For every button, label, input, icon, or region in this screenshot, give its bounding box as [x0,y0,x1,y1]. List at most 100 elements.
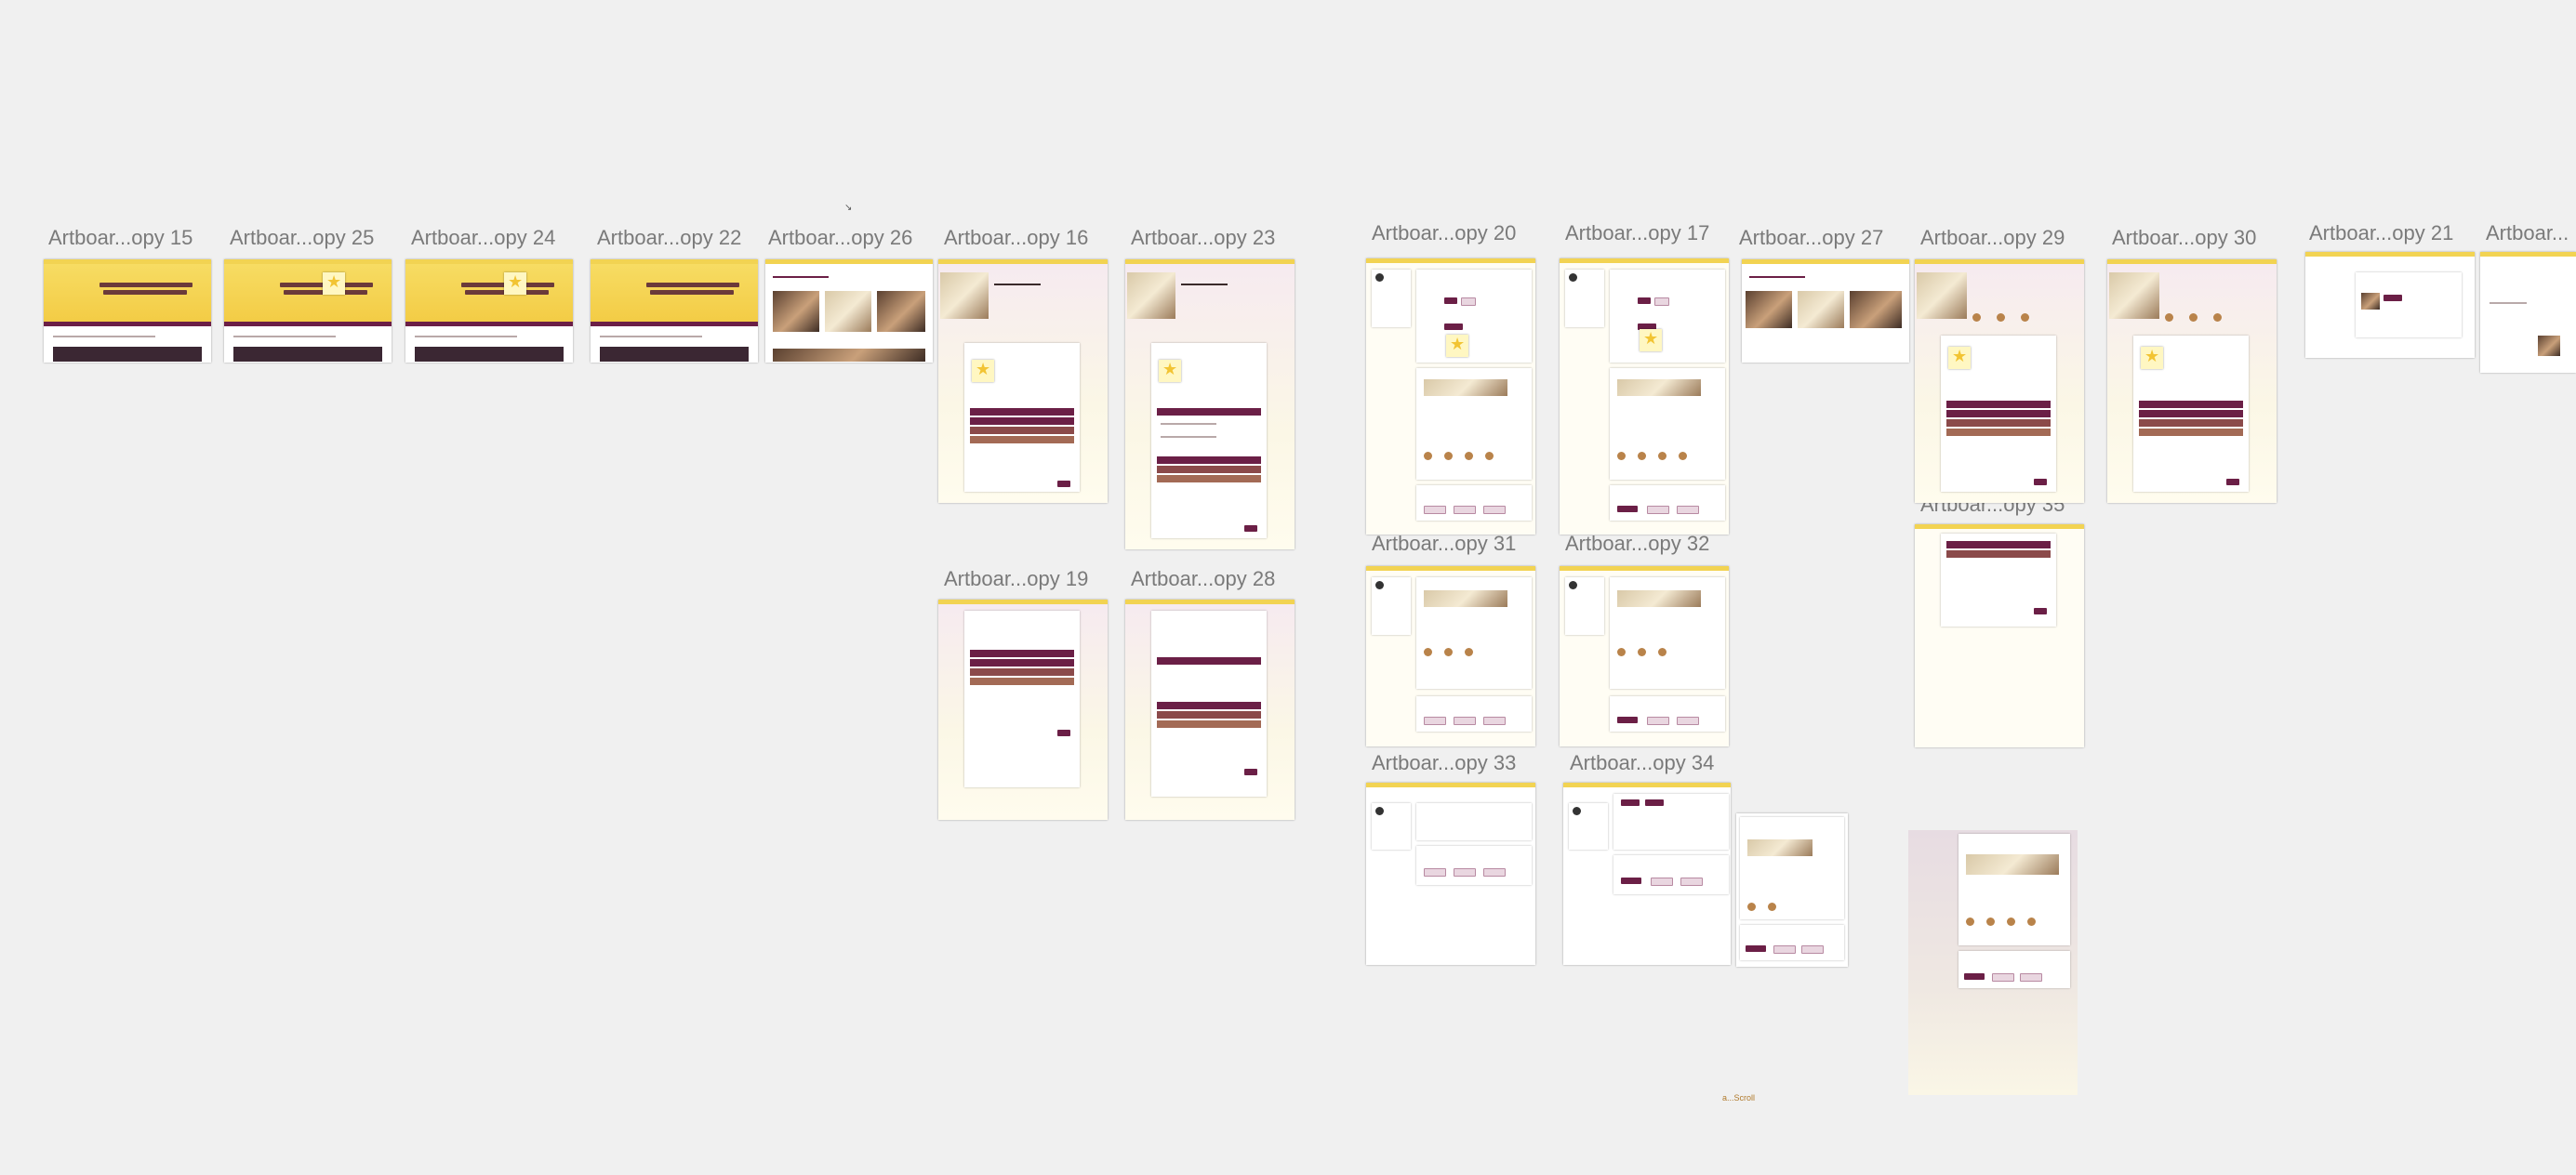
option-button[interactable] [1773,945,1796,954]
option-button[interactable] [1424,868,1446,877]
artboard-label-17[interactable]: Artboar...opy 17 [1565,221,1709,245]
artboard-label-26[interactable]: Artboar...opy 26 [768,226,912,250]
option-button[interactable] [1444,323,1463,330]
artboard-label-27[interactable]: Artboar...opy 27 [1739,226,1883,250]
option-button[interactable] [1424,506,1446,514]
option-button[interactable] [1746,945,1766,952]
artboard-label-16[interactable]: Artboar...opy 16 [944,226,1088,250]
option-button[interactable] [1677,717,1699,725]
avatar [1966,918,1974,926]
artboard-16[interactable]: ★ [938,259,1108,503]
option-button[interactable] [1483,717,1506,725]
profile-card [964,611,1080,787]
artboard-label-22[interactable]: Artboar...opy 22 [597,226,741,250]
option-button[interactable] [1647,506,1669,514]
option-button[interactable] [1444,297,1457,304]
artboard-27[interactable] [1742,259,1909,363]
artboard-34[interactable] [1563,783,1731,965]
profile-card: ★ [2133,336,2249,492]
option-button[interactable] [1651,878,1673,886]
artboard-label-21[interactable]: Artboar...opy 21 [2309,221,2453,245]
sidebar-profile [1569,803,1608,850]
option-button[interactable] [1454,717,1476,725]
artboard-20[interactable]: ★ [1366,258,1535,535]
artboard-21[interactable] [2305,252,2475,358]
option-button[interactable] [1680,878,1703,886]
avatar [1465,648,1473,656]
artboard-31[interactable] [1366,566,1535,746]
artboard-label-32[interactable]: Artboar...opy 32 [1565,532,1709,556]
option-button[interactable] [1617,717,1638,723]
avatar [2189,313,2198,322]
dog-photo [1424,590,1507,607]
artboard-label-34[interactable]: Artboar...opy 34 [1570,751,1714,775]
info-row [970,436,1074,443]
option-button[interactable] [1454,506,1476,514]
artboard-22[interactable] [591,259,758,363]
avatar [1375,581,1384,589]
dog-photo [1966,854,2059,875]
artboard-label-20[interactable]: Artboar...opy 20 [1372,221,1516,245]
artboard-label-23[interactable]: Artboar...opy 23 [1131,226,1275,250]
option-button[interactable] [1638,297,1651,304]
send-button[interactable] [1057,730,1070,736]
artboard-33[interactable] [1366,783,1535,965]
artboard-label-33[interactable]: Artboar...opy 33 [1372,751,1516,775]
artboard-label-29[interactable]: Artboar...opy 29 [1920,226,2065,250]
artboard-29[interactable]: ★ [1915,259,2084,503]
option-button[interactable] [1483,868,1506,877]
artboard-15[interactable] [44,259,211,363]
send-button[interactable] [1244,769,1257,775]
artboard-28[interactable] [1125,600,1295,820]
artboard-label-28[interactable]: Artboar...opy 28 [1131,567,1275,591]
option-button[interactable] [1964,973,1985,980]
dog-photo [2538,336,2560,356]
option-button[interactable] [1483,506,1506,514]
artboard-32[interactable] [1560,566,1729,746]
pointer-cursor-icon: ↘ [844,203,853,213]
send-button[interactable] [2034,608,2047,614]
hero-banner [224,264,392,322]
artboard-25[interactable]: ★ [224,259,392,363]
artboard-26[interactable] [765,259,933,363]
send-button[interactable] [1244,525,1257,532]
artboard-label-right[interactable]: Artboar... [2486,221,2569,245]
artboard-24[interactable]: ★ [405,259,573,363]
option-button[interactable] [1454,868,1476,877]
option-button[interactable] [1461,297,1476,306]
divider [224,322,392,326]
send-button[interactable] [1057,481,1070,487]
option-button[interactable] [1424,717,1446,725]
photo-strip [233,347,382,362]
option-button[interactable] [1617,506,1638,512]
option-button[interactable] [1992,973,2014,982]
option-button[interactable] [1647,717,1669,725]
option-button[interactable] [1654,297,1669,306]
option-button[interactable] [1645,799,1664,806]
dog-photo [1917,272,1967,319]
artboard-17[interactable]: ★ [1560,258,1729,535]
artboard-right[interactable] [2480,252,2576,373]
artboard-label-30[interactable]: Artboar...opy 30 [2112,226,2256,250]
artboard-34-overflow[interactable] [1736,813,1848,967]
artboard-19[interactable] [938,600,1108,820]
artboard-23[interactable]: ★ [1125,259,1295,549]
artboard-30[interactable]: ★ [2107,259,2277,503]
artboard-35[interactable] [1915,524,2084,747]
artboard-label-19[interactable]: Artboar...opy 19 [944,567,1088,591]
option-button[interactable] [2020,973,2042,982]
option-button[interactable] [2383,295,2402,301]
option-button[interactable] [1677,506,1699,514]
artboard-label-31[interactable]: Artboar...opy 31 [1372,532,1516,556]
preview-panel[interactable] [1908,830,2078,1095]
option-button[interactable] [1621,878,1641,884]
send-button[interactable] [2034,479,2047,485]
option-button[interactable] [1621,799,1640,806]
avatar [1485,452,1494,460]
info-row [2139,410,2243,417]
send-button[interactable] [2226,479,2239,485]
artboard-label-25[interactable]: Artboar...opy 25 [230,226,374,250]
artboard-label-15[interactable]: Artboar...opy 15 [48,226,193,250]
artboard-label-24[interactable]: Artboar...opy 24 [411,226,555,250]
option-button[interactable] [1801,945,1824,954]
